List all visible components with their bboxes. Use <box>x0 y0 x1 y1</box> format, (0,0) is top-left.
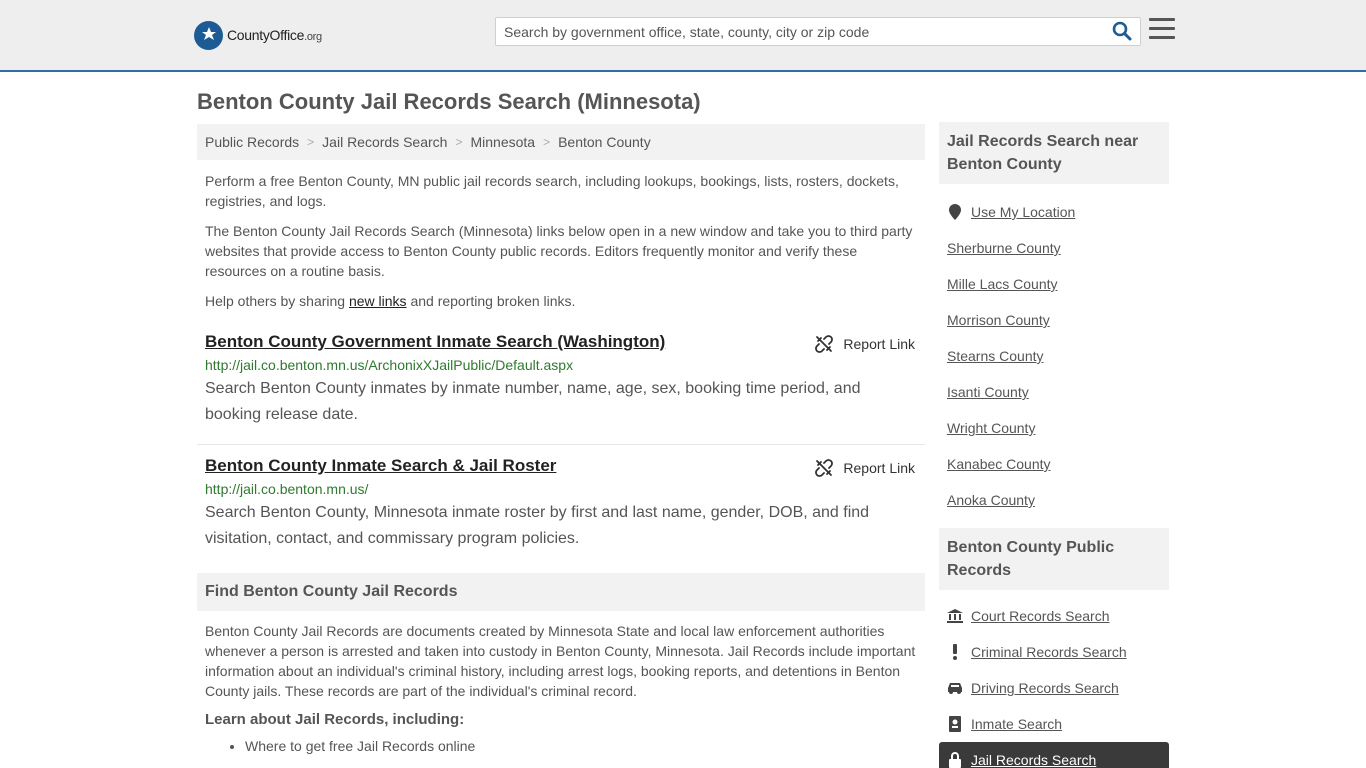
nearby-county-item[interactable]: Morrison County <box>947 302 1161 338</box>
use-location-item[interactable]: Use My Location <box>947 194 1161 230</box>
search-input[interactable] <box>496 18 1106 45</box>
public-record-item-active[interactable]: Jail Records Search <box>939 742 1169 768</box>
nearby-heading: Jail Records Search near Benton County <box>939 122 1169 184</box>
public-records-heading: Benton County Public Records <box>939 528 1169 590</box>
public-record-item[interactable]: Court Records Search <box>947 598 1161 634</box>
intro-paragraph-1: Perform a free Benton County, MN public … <box>205 173 899 209</box>
public-record-item[interactable]: Inmate Search <box>947 706 1161 742</box>
resource-link-item: Benton County Government Inmate Search (… <box>197 331 925 445</box>
breadcrumb-public-records[interactable]: Public Records <box>205 134 299 150</box>
court-records-link[interactable]: Court Records Search <box>971 608 1110 624</box>
car-icon <box>947 680 963 696</box>
breadcrumb-separator: > <box>543 135 551 149</box>
nearby-county-link[interactable]: Mille Lacs County <box>947 276 1058 292</box>
search-icon[interactable] <box>1112 21 1134 43</box>
list-item: Where to get free Jail Records online <box>245 738 925 754</box>
id-badge-icon <box>947 716 963 732</box>
breadcrumb-jail-records-search[interactable]: Jail Records Search <box>322 134 447 150</box>
driving-records-link[interactable]: Driving Records Search <box>971 680 1119 696</box>
learn-list: Where to get free Jail Records online <box>197 738 925 754</box>
nearby-county-item[interactable]: Wright County <box>947 410 1161 446</box>
nearby-list: Use My Location Sherburne County Mille L… <box>939 194 1169 518</box>
resource-link-url[interactable]: http://jail.co.benton.mn.us/ArchonixXJai… <box>205 356 917 374</box>
nearby-county-item[interactable]: Anoka County <box>947 482 1161 518</box>
jail-records-link[interactable]: Jail Records Search <box>971 752 1096 768</box>
intro-text: Perform a free Benton County, MN public … <box>197 171 925 311</box>
search-box <box>495 17 1141 46</box>
main-content: Public Records > Jail Records Search > M… <box>197 124 925 754</box>
site-logo[interactable]: CountyOffice.org <box>194 20 322 50</box>
resource-link-description: Search Benton County inmates by inmate n… <box>205 380 861 423</box>
exclamation-icon <box>947 644 963 660</box>
find-section-heading: Find Benton County Jail Records <box>197 573 925 611</box>
resource-link-item: Benton County Inmate Search & Jail Roste… <box>197 445 925 565</box>
nearby-county-link[interactable]: Anoka County <box>947 492 1035 508</box>
nearby-county-link[interactable]: Morrison County <box>947 312 1050 328</box>
sidebar: Jail Records Search near Benton County U… <box>939 122 1169 768</box>
new-links-link[interactable]: new links <box>349 293 407 309</box>
resource-link-title[interactable]: Benton County Inmate Search & Jail Roste… <box>205 455 556 477</box>
breadcrumb: Public Records > Jail Records Search > M… <box>197 124 925 160</box>
public-record-item[interactable]: Criminal Records Search <box>947 634 1161 670</box>
broken-link-icon <box>815 459 834 477</box>
nearby-county-item[interactable]: Stearns County <box>947 338 1161 374</box>
page-title: Benton County Jail Records Search (Minne… <box>197 89 701 114</box>
lock-icon <box>947 752 963 768</box>
find-section-text: Benton County Jail Records are documents… <box>205 623 916 699</box>
logo-emblem-icon <box>194 20 223 50</box>
resource-link-description: Search Benton County, Minnesota inmate r… <box>205 504 870 547</box>
breadcrumb-minnesota[interactable]: Minnesota <box>470 134 535 150</box>
intro-paragraph-3: Help others by sharing new links and rep… <box>205 293 576 309</box>
nearby-county-item[interactable]: Kanabec County <box>947 446 1161 482</box>
hamburger-menu-icon[interactable] <box>1149 18 1175 42</box>
inmate-search-link[interactable]: Inmate Search <box>971 716 1062 732</box>
broken-link-icon <box>815 335 834 353</box>
nearby-county-item[interactable]: Isanti County <box>947 374 1161 410</box>
map-pin-icon <box>947 204 963 220</box>
nearby-county-link[interactable]: Isanti County <box>947 384 1029 400</box>
resource-link-url[interactable]: http://jail.co.benton.mn.us/ <box>205 480 917 498</box>
nearby-county-link[interactable]: Kanabec County <box>947 456 1051 472</box>
intro-paragraph-2: The Benton County Jail Records Search (M… <box>205 223 913 279</box>
criminal-records-link[interactable]: Criminal Records Search <box>971 644 1127 660</box>
nearby-county-item[interactable]: Sherburne County <box>947 230 1161 266</box>
public-records-list: Court Records Search Criminal Records Se… <box>939 598 1169 768</box>
breadcrumb-separator: > <box>307 135 315 149</box>
logo-text: CountyOffice.org <box>227 27 322 43</box>
breadcrumb-benton-county[interactable]: Benton County <box>558 134 651 150</box>
public-record-item[interactable]: Driving Records Search <box>947 670 1161 706</box>
resource-link-title[interactable]: Benton County Government Inmate Search (… <box>205 331 665 353</box>
nearby-county-link[interactable]: Stearns County <box>947 348 1044 364</box>
nearby-county-link[interactable]: Sherburne County <box>947 240 1061 256</box>
breadcrumb-separator: > <box>455 135 463 149</box>
nearby-county-link[interactable]: Wright County <box>947 420 1035 436</box>
use-location-link[interactable]: Use My Location <box>971 204 1075 220</box>
report-link-button[interactable]: Report Link <box>815 335 915 353</box>
nearby-county-item[interactable]: Mille Lacs County <box>947 266 1161 302</box>
courthouse-icon <box>947 608 963 624</box>
learn-heading: Learn about Jail Records, including: <box>205 711 465 728</box>
site-header: CountyOffice.org <box>0 0 1366 72</box>
report-link-button[interactable]: Report Link <box>815 459 915 477</box>
